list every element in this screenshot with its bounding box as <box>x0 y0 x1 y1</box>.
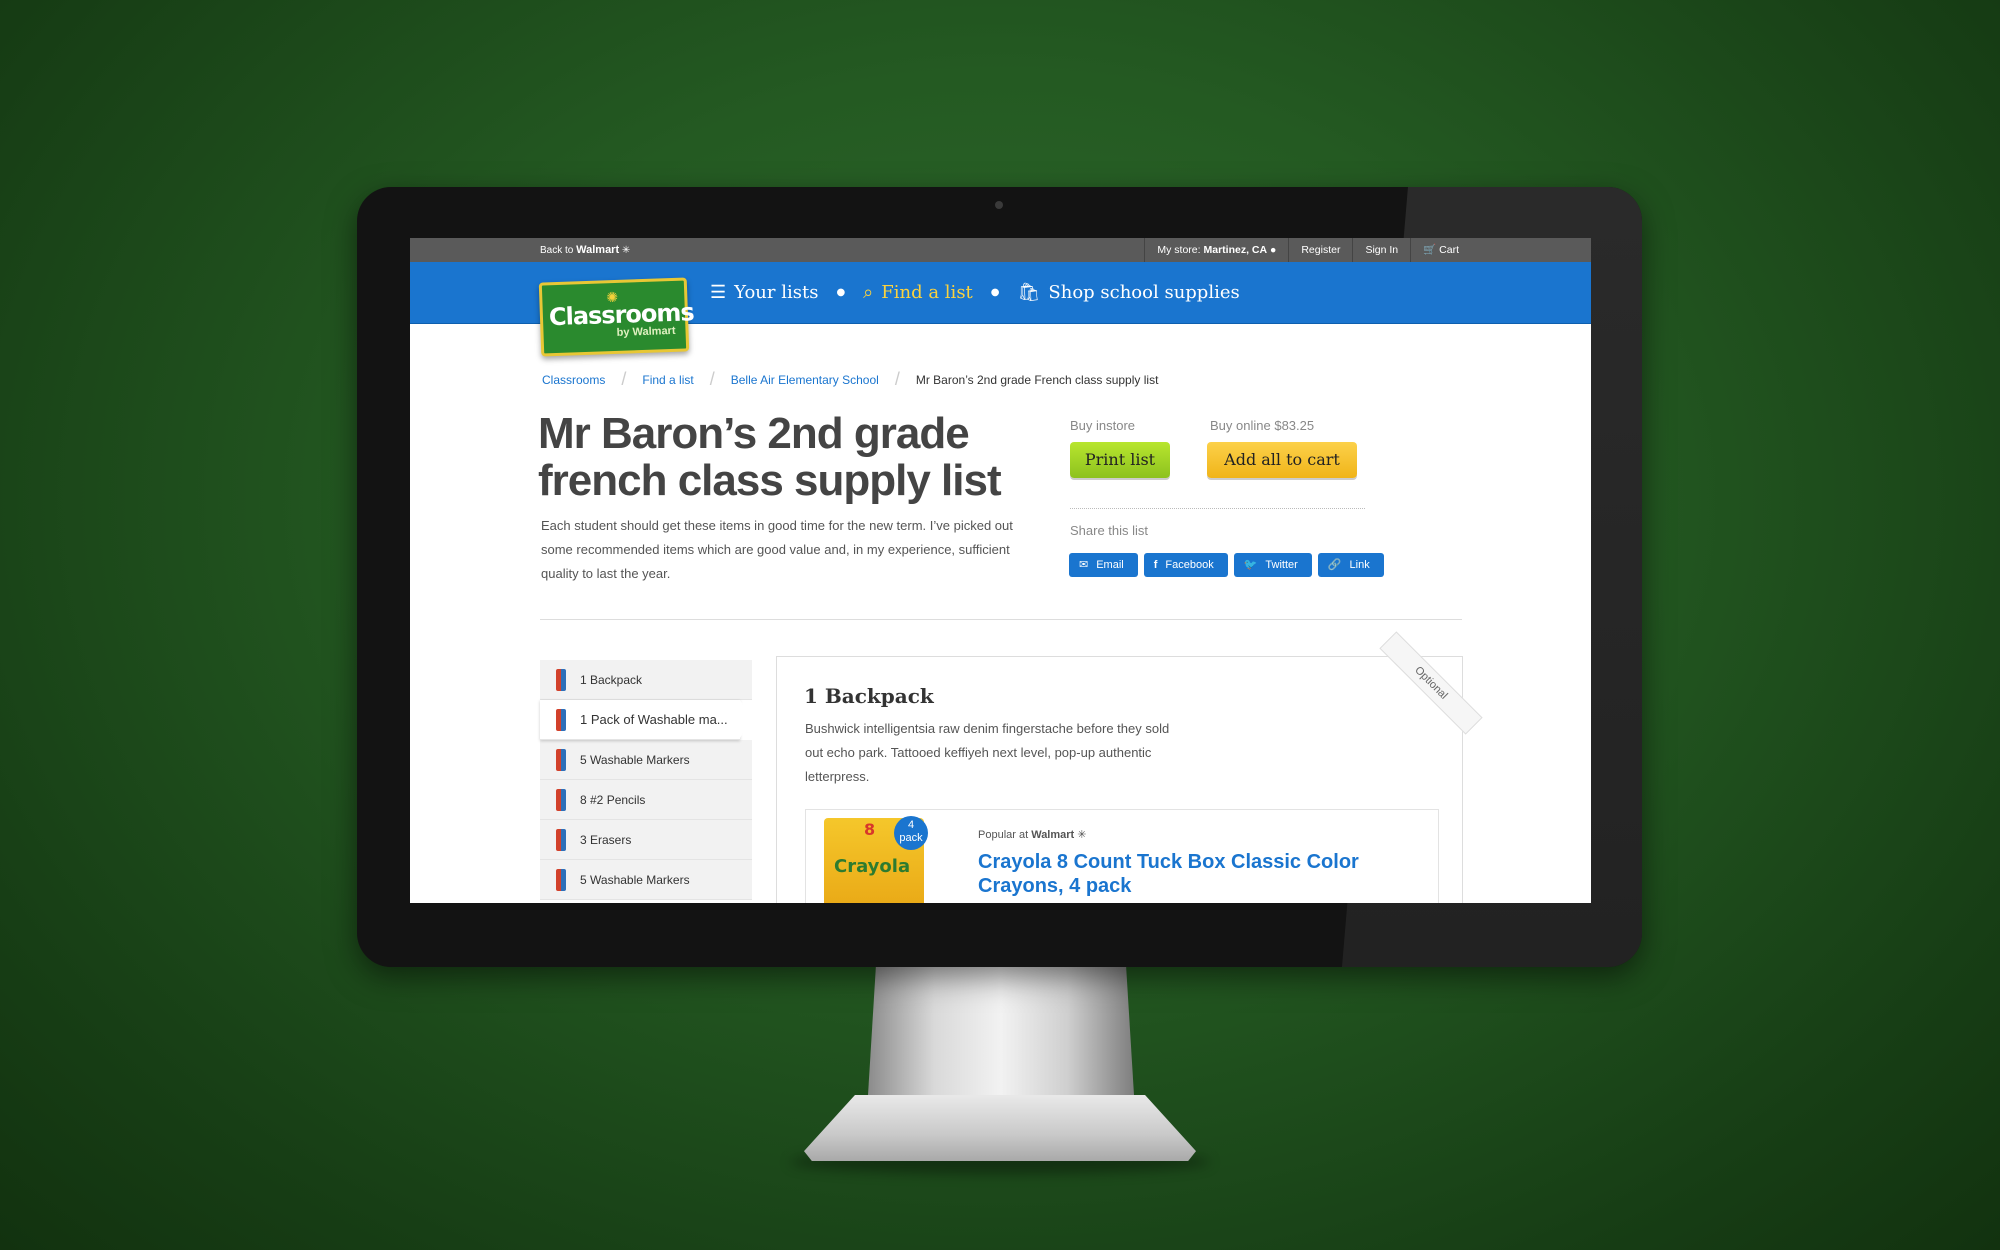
screen: Back to Walmart ✳ My store: Martinez, CA… <box>410 238 1591 903</box>
item-heading: 1 Backpack <box>804 684 934 708</box>
nav-your-lists[interactable]: ☰ Your lists <box>710 282 818 303</box>
item-description: Bushwick intelligentsia raw denim finger… <box>805 721 1170 784</box>
spark-icon: ✳ <box>621 245 631 256</box>
nav-shop[interactable]: 🛍 Shop school supplies <box>1018 282 1240 303</box>
optional-ribbon: Optional <box>1379 631 1483 735</box>
nav-your-lists-label: Your lists <box>734 282 819 303</box>
facebook-icon: f <box>1153 559 1158 571</box>
list-item-label: 3 Erasers <box>580 832 632 847</box>
item-detail-card: Optional 1 Backpack Bushwick intelligent… <box>776 631 1483 903</box>
breadcrumb-separator: / <box>621 369 627 389</box>
share-twitter-label: Twitter <box>1265 559 1298 571</box>
monitor-stand <box>868 965 1134 1095</box>
account-links: My store: Martinez, CA ● Register Sign I… <box>1144 238 1471 262</box>
nav-shop-label: Shop school supplies <box>1048 282 1240 303</box>
badge-unit: pack <box>899 832 923 844</box>
breadcrumb-separator: / <box>709 369 715 389</box>
product-card[interactable]: 8 Crayola 4 pack Popular at Walmart ✳ Cr… <box>805 809 1439 903</box>
list-item-label: 5 Washable Markers <box>580 872 690 887</box>
nav-separator: ● <box>990 287 1000 298</box>
list-icon: ☰ <box>710 282 727 303</box>
monitor-base <box>804 1095 1196 1161</box>
item-thumbnail <box>556 828 566 851</box>
spark-icon: ✳ <box>1077 829 1087 841</box>
share-facebook-label: Facebook <box>1165 559 1214 571</box>
item-thumbnail <box>556 668 566 691</box>
popular-prefix: Popular at <box>978 829 1029 841</box>
list-item-label: 1 Pack of Washable ma... <box>580 712 728 727</box>
breadcrumb-find-a-list[interactable]: Find a list <box>642 373 693 387</box>
cart-icon: 🛒 <box>1423 244 1437 256</box>
breadcrumb-school[interactable]: Belle Air Elementary School <box>731 373 879 387</box>
box-count: 8 <box>864 820 876 839</box>
sign-in-link[interactable]: Sign In <box>1352 238 1410 262</box>
camera <box>995 201 1003 209</box>
share-link-label: Link <box>1349 559 1370 571</box>
share-buttons: ✉ Email f Facebook 🐦 Twitter 🔗 Link <box>1069 553 1384 577</box>
list-item-label: 8 #2 Pencils <box>580 792 646 807</box>
classrooms-logo[interactable]: ✺ Classrooms by Walmart <box>538 277 694 357</box>
twitter-icon: 🐦 <box>1243 559 1258 571</box>
add-all-to-cart-button[interactable]: Add all to cart <box>1207 442 1357 478</box>
share-email-label: Email <box>1096 559 1124 571</box>
shopping-bag-icon: 🛍 <box>1017 282 1041 303</box>
nav-find-a-list[interactable]: ⌕ Find a list <box>863 282 973 303</box>
breadcrumb-current: Mr Baron’s 2nd grade French class supply… <box>915 372 1159 387</box>
item-thumbnail <box>556 788 566 811</box>
link-icon: 🔗 <box>1327 559 1342 571</box>
list-item-label: 1 Backpack <box>580 672 643 687</box>
divider <box>1070 508 1365 509</box>
list-item[interactable]: 5 Washable Markers <box>540 860 752 900</box>
share-twitter-button[interactable]: 🐦 Twitter <box>1233 553 1312 577</box>
popular-brand: Walmart <box>1031 829 1075 841</box>
popular-at: Popular at Walmart ✳ <box>978 828 1087 841</box>
back-brand: Walmart <box>576 244 620 256</box>
share-facebook-button[interactable]: f Facebook <box>1143 553 1228 577</box>
item-thumbnail <box>556 868 566 891</box>
badge-num: 4 <box>907 819 915 831</box>
nav-separator: ● <box>836 287 846 298</box>
print-list-button[interactable]: Print list <box>1070 442 1170 478</box>
top-bar: Back to Walmart ✳ My store: Martinez, CA… <box>410 238 1591 262</box>
share-label: Share this list <box>1070 523 1149 538</box>
search-icon: ⌕ <box>863 282 874 303</box>
list-item[interactable]: 3 Erasers <box>540 820 752 860</box>
back-prefix: Back to <box>540 245 574 256</box>
buy-online-label: Buy online <box>1210 418 1271 433</box>
share-email-button[interactable]: ✉ Email <box>1069 553 1138 577</box>
section-divider <box>540 619 1462 620</box>
logo-sub: by Walmart <box>616 324 676 339</box>
cart-link[interactable]: 🛒 Cart <box>1410 238 1471 262</box>
list-item-selected[interactable]: 1 Pack of Washable ma... <box>540 700 752 740</box>
page-title: Mr Baron’s 2nd grade french class supply… <box>538 409 1002 505</box>
breadcrumb-classrooms[interactable]: Classrooms <box>542 373 605 387</box>
item-thumbnail <box>556 708 566 731</box>
box-brand: Crayola <box>834 856 911 877</box>
store-label: My store: <box>1157 244 1201 256</box>
store-value: Martinez, CA <box>1203 244 1268 256</box>
register-link[interactable]: Register <box>1288 238 1352 262</box>
cart-label: Cart <box>1439 244 1459 256</box>
buy-instore-label: Buy instore <box>1070 418 1136 433</box>
item-thumbnail <box>556 748 566 771</box>
envelope-icon: ✉ <box>1079 559 1089 571</box>
list-item-label: 5 Washable Markers <box>580 752 690 767</box>
breadcrumb: Classrooms / Find a list / Belle Air Ele… <box>542 369 1158 390</box>
buy-online-group: Buy online $83.25 <box>1210 418 1314 433</box>
page-description: Each student should get these items in g… <box>541 518 1013 581</box>
buy-online-price: $83.25 <box>1274 418 1315 433</box>
chevron-icon: ● <box>1270 244 1277 256</box>
list-item[interactable]: 1 Backpack <box>540 660 752 700</box>
product-title[interactable]: Crayola 8 Count Tuck Box Classic Color C… <box>978 850 1398 898</box>
breadcrumb-separator: / <box>894 369 900 389</box>
list-item[interactable]: 5 Washable Markers <box>540 740 752 780</box>
back-to-walmart-link[interactable]: Back to Walmart ✳ <box>540 244 630 256</box>
supply-items-list: 1 Backpack 1 Pack of Washable ma... 5 Wa… <box>540 660 752 900</box>
list-item[interactable]: 8 #2 Pencils <box>540 780 752 820</box>
store-selector[interactable]: My store: Martinez, CA ● <box>1144 238 1288 262</box>
share-link-button[interactable]: 🔗 Link <box>1317 553 1384 577</box>
pack-badge: 4 pack <box>894 816 928 850</box>
nav-items: ☰ Your lists ● ⌕ Find a list ● 🛍 Shop sc… <box>710 262 1240 323</box>
nav-find-a-list-label: Find a list <box>881 282 973 303</box>
